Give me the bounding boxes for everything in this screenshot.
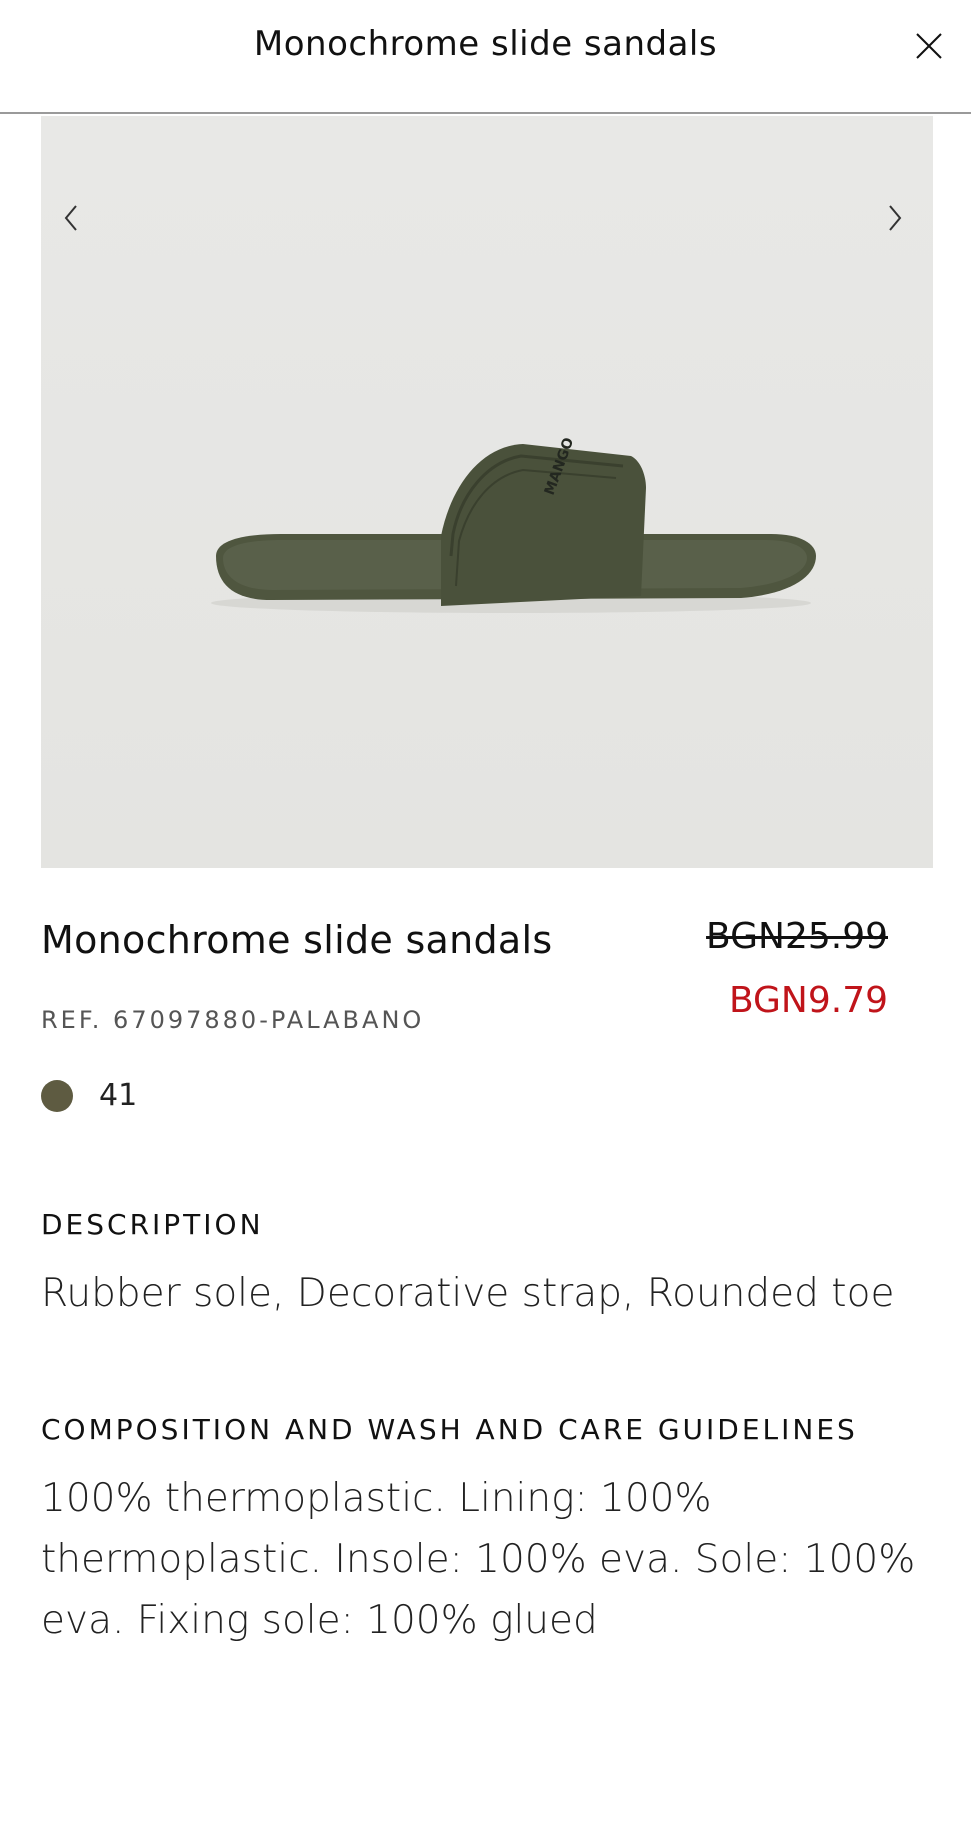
product-name: Monochrome slide sandals bbox=[41, 918, 553, 962]
size-label: 41 bbox=[99, 1078, 138, 1113]
composition-title: COMPOSITION AND WASH AND CARE GUIDELINES bbox=[41, 1413, 858, 1446]
product-reference: REF. 67097880-PALABANO bbox=[41, 1006, 425, 1034]
sale-price: BGN9.79 bbox=[728, 980, 888, 1021]
description-title: DESCRIPTION bbox=[41, 1208, 264, 1241]
gallery-prev-button[interactable] bbox=[53, 188, 89, 248]
modal-title: Monochrome slide sandals bbox=[253, 24, 718, 64]
composition-text: 100% thermoplastic. Lining: 100% thermop… bbox=[41, 1476, 916, 1643]
gallery-next-button[interactable] bbox=[877, 188, 913, 248]
product-image: MANGO bbox=[41, 116, 933, 868]
modal-header: Monochrome slide sandals bbox=[0, 0, 971, 114]
chevron-left-icon bbox=[64, 205, 77, 231]
variant-row: 41 bbox=[41, 1078, 137, 1113]
color-swatch[interactable] bbox=[41, 1079, 73, 1112]
product-image-gallery[interactable]: MANGO bbox=[41, 116, 933, 868]
close-button[interactable] bbox=[909, 26, 949, 66]
original-price: BGN25.99 bbox=[706, 916, 888, 957]
close-icon bbox=[916, 33, 942, 59]
chevron-right-icon bbox=[889, 205, 902, 231]
description-text: Rubber sole, Decorative strap, Rounded t… bbox=[41, 1271, 895, 1316]
